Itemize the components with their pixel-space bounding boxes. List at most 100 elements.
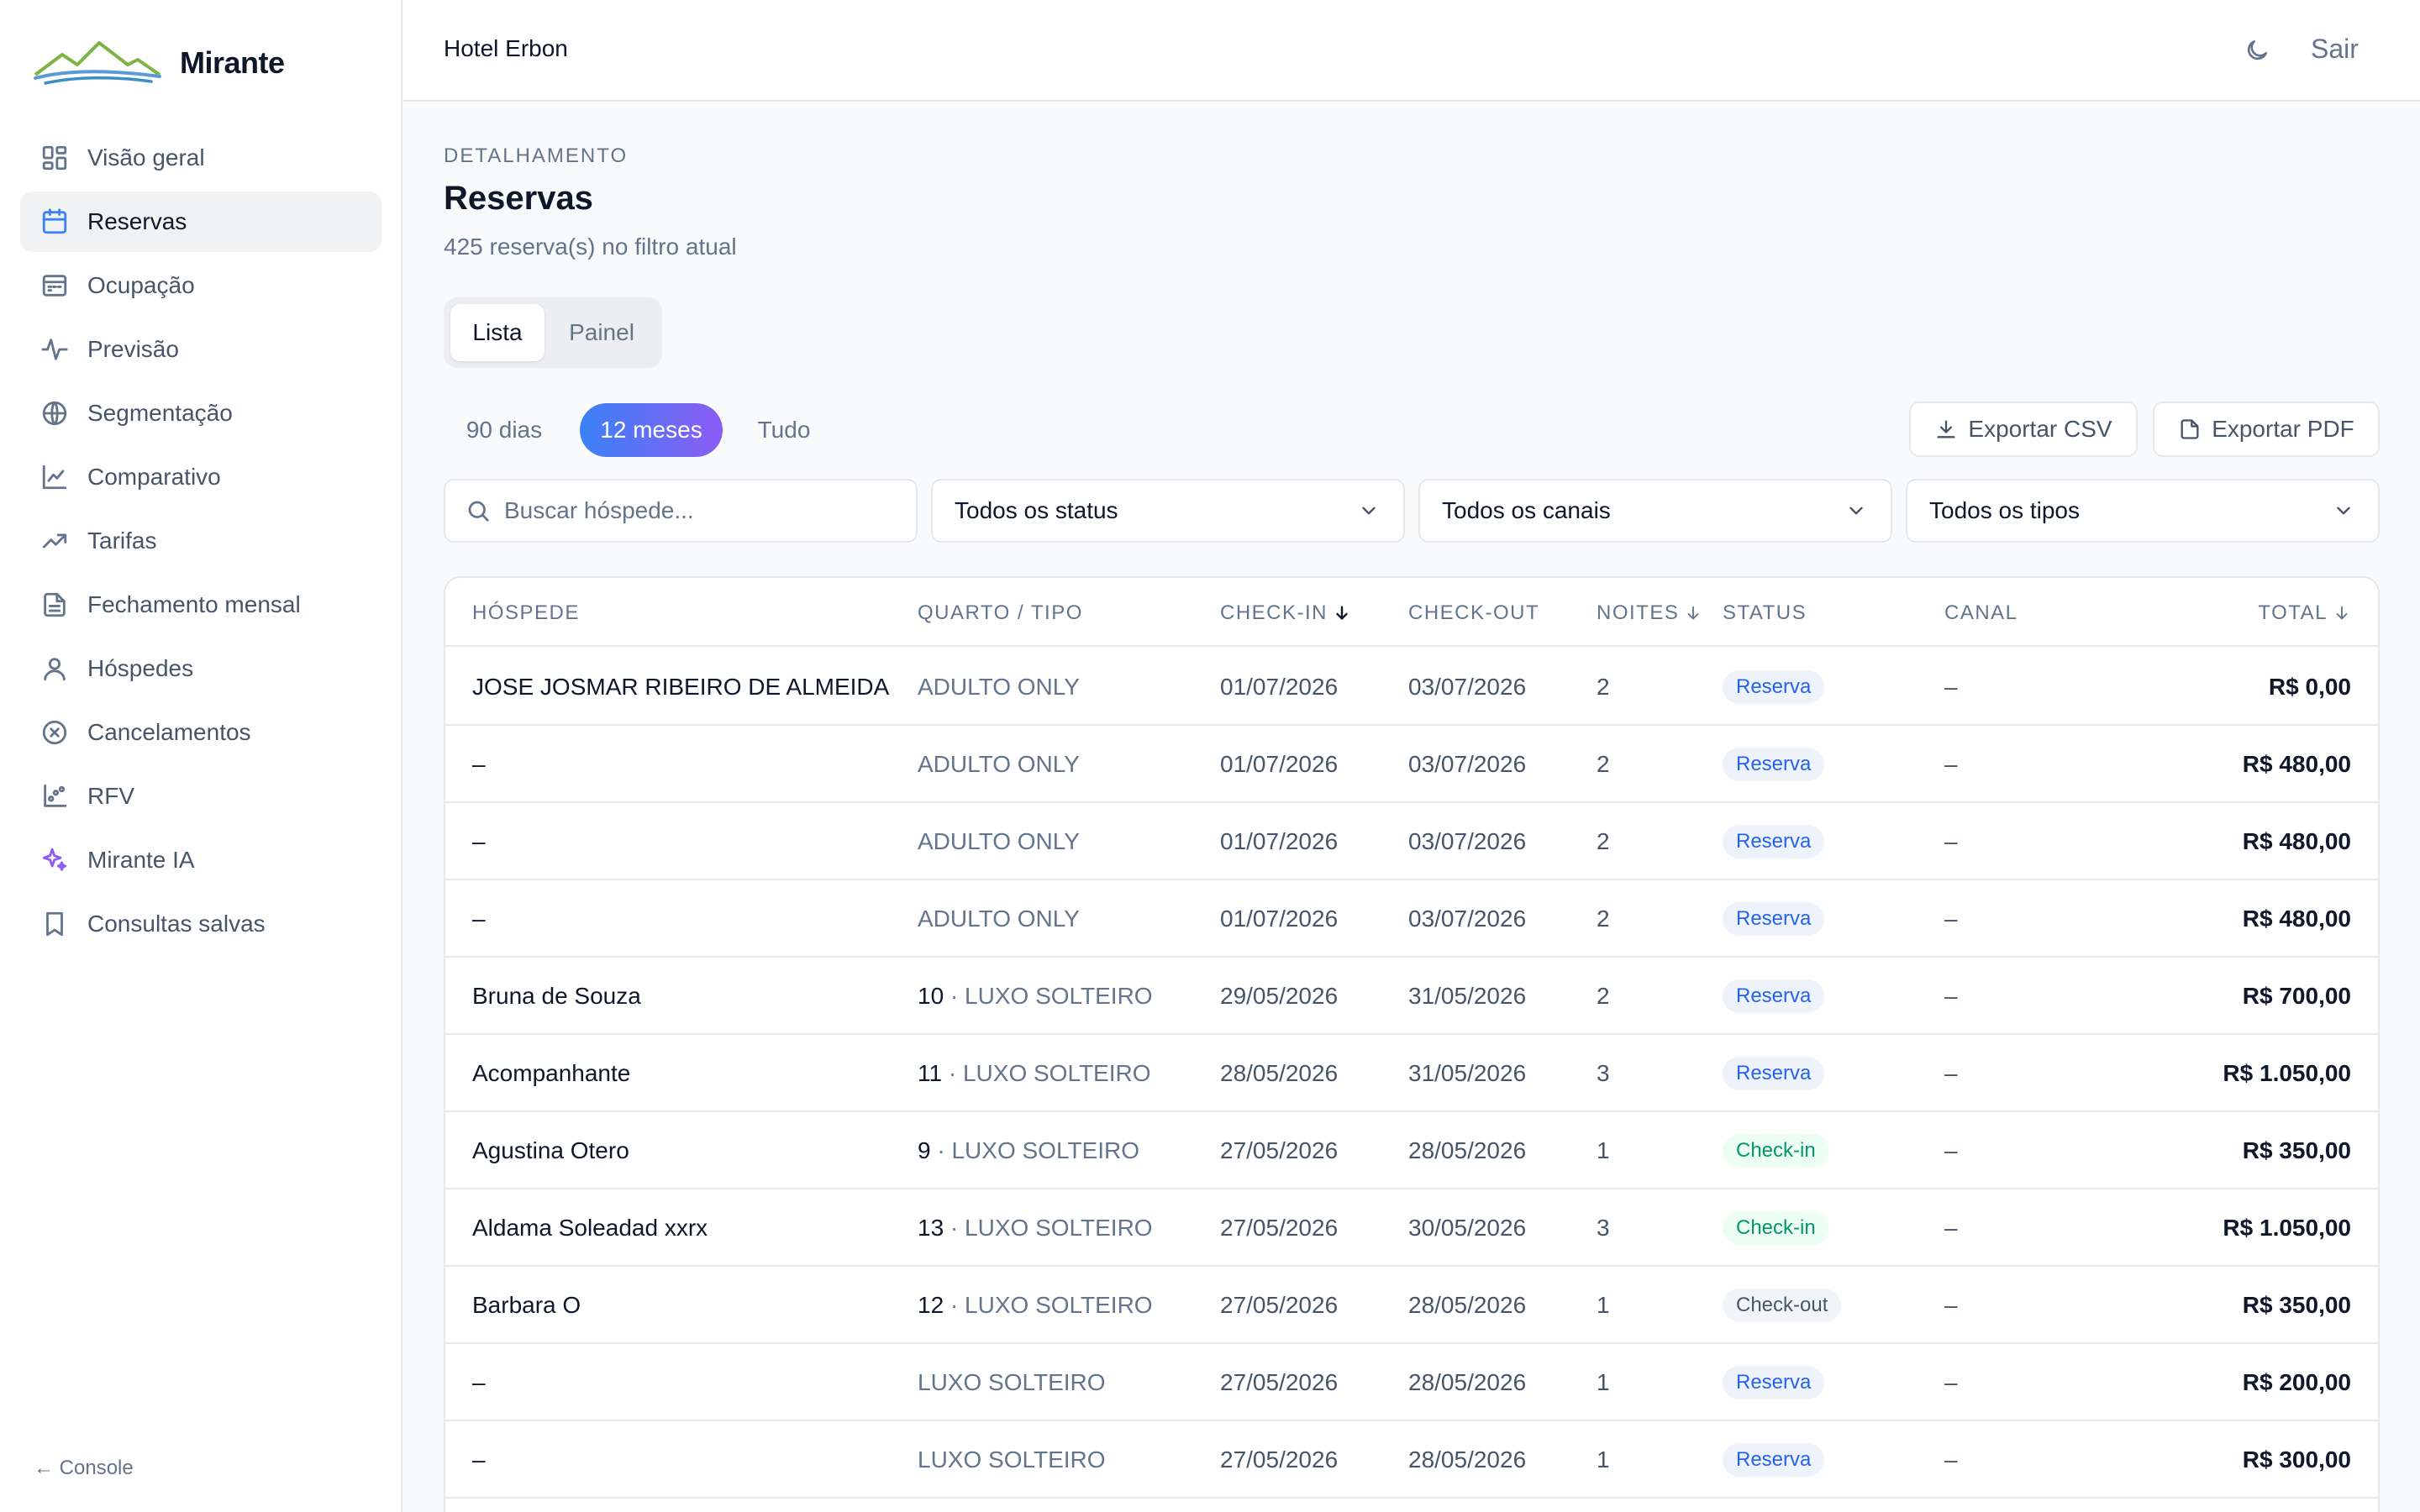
sidebar-item-label: Previsão: [87, 336, 179, 362]
x-circle-icon: [40, 718, 69, 747]
table-row[interactable]: – ADULTO ONLY 01/07/2026 03/07/2026 2 Reserva…: [445, 803, 2378, 880]
status-badge: Reserva: [1723, 1443, 1825, 1477]
total-value: R$ 700,00: [2242, 983, 2351, 1009]
canal-filter-value: Todos os canais: [1442, 497, 1611, 523]
column-header-total[interactable]: TOTAL: [2258, 601, 2351, 625]
status-badge: Check-out: [1723, 1289, 1842, 1322]
checkin-date: 27/05/2026: [1220, 1369, 1339, 1395]
column-header-room[interactable]: QUARTO / TIPO: [918, 601, 1083, 625]
table-row[interactable]: Aldama Soleadad xxrx 13 · LUXO SOLTEIRO 27…: [445, 1189, 2378, 1267]
column-header-canal[interactable]: CANAL: [1944, 601, 2018, 625]
dashboard-icon: [40, 144, 69, 172]
download-icon: [1937, 420, 1955, 438]
search-input[interactable]: [504, 497, 908, 524]
arrow-down-icon: [1336, 606, 1348, 620]
checkin-date: 29/05/2026: [1220, 983, 1339, 1009]
table-row[interactable]: – LUXO SOLTEIRO 27/05/2026 28/05/2026 1 Reser…: [445, 1421, 2378, 1499]
status-badge: Reserva: [1723, 1057, 1825, 1090]
view-toggle: Lista Painel: [444, 297, 662, 368]
checkout-date: 28/05/2026: [1408, 1292, 1527, 1318]
sidebar-item-fechamento-mensal[interactable]: Fechamento mensal: [20, 575, 381, 635]
table-row[interactable]: – ADULTO ONLY 01/07/2026 03/07/2026 2 Reserva…: [445, 726, 2378, 803]
room-type: ADULTO ONLY: [918, 828, 1080, 854]
sidebar-nav: Visão geral Reservas Ocupação Previsão S…: [20, 128, 381, 958]
table-row[interactable]: Barbara O 12 · LUXO SOLTEIRO 27/05/2026 28/…: [445, 1267, 2378, 1344]
nights-count: 2: [1597, 983, 1610, 1009]
status-filter-select[interactable]: Todos os status: [931, 479, 1405, 543]
tipo-filter-select[interactable]: Todos os tipos: [1906, 479, 2380, 543]
room-cell: 9 · LUXO SOLTEIRO: [918, 1137, 1139, 1164]
sidebar-item-reservas[interactable]: Reservas: [20, 192, 381, 252]
sidebar-item-hospedes[interactable]: Hóspedes: [20, 638, 381, 699]
nights-count: 2: [1597, 674, 1610, 700]
total-value: R$ 1.050,00: [2223, 1215, 2351, 1241]
room-type: ADULTO ONLY: [918, 674, 1080, 700]
export-csv-button[interactable]: Exportar CSV: [1909, 402, 2138, 457]
sidebar-item-rfv[interactable]: RFV: [20, 766, 381, 827]
checkin-date: 01/07/2026: [1220, 906, 1339, 932]
table-row[interactable]: – ADULTO ONLY 01/07/2026 03/07/2026 2 Reserva…: [445, 880, 2378, 958]
table-row[interactable]: Acompanhante 11 · LUXO SOLTEIRO 28/05/2026…: [445, 1035, 2378, 1112]
sidebar-item-mirante-ia[interactable]: Mirante IA: [20, 830, 381, 890]
room-type: LUXO SOLTEIRO: [918, 1369, 1106, 1395]
table-row[interactable]: – LUXO SOLTEIRO 27/05/2026 28/05/2026 1 Reser…: [445, 1344, 2378, 1421]
export-pdf-button[interactable]: Exportar PDF: [2153, 402, 2380, 457]
sidebar-item-cancelamentos[interactable]: Cancelamentos: [20, 702, 381, 763]
canal-filter-select[interactable]: Todos os canais: [1418, 479, 1892, 543]
nights-count: 3: [1597, 1060, 1610, 1086]
sidebar-item-label: Reservas: [87, 208, 187, 234]
console-link[interactable]: ← Console: [34, 1457, 134, 1480]
brand[interactable]: Mirante: [34, 34, 285, 92]
table-row[interactable]: JOSE JOSMAR RIBEIRO DE ALMEIDA ADULTO ONL…: [445, 648, 2378, 726]
chevron-down-icon: [2337, 507, 2350, 515]
sidebar-item-previsao[interactable]: Previsão: [20, 319, 381, 380]
room-cell: LUXO SOLTEIRO: [918, 1446, 1106, 1473]
sidebar-item-segmentacao[interactable]: Segmentação: [20, 383, 381, 444]
theme-toggle-button[interactable]: [2240, 34, 2274, 67]
sidebar-item-visao-geral[interactable]: Visão geral: [20, 128, 381, 188]
sidebar-item-label: Tarifas: [87, 528, 157, 554]
tab-painel[interactable]: Painel: [548, 304, 655, 361]
tab-lista[interactable]: Lista: [450, 304, 544, 361]
sidebar-item-label: Segmentação: [87, 400, 233, 426]
status-cell: Reserva: [1723, 1057, 1825, 1090]
chevron-down-icon: [1362, 507, 1376, 515]
status-cell: Reserva: [1723, 825, 1825, 858]
canal-value: –: [1944, 674, 1958, 700]
document-icon: [40, 591, 69, 619]
total-value: R$ 480,00: [2242, 828, 2351, 854]
logout-button[interactable]: Sair: [2311, 34, 2359, 65]
column-header-checkin[interactable]: CHECK-IN: [1220, 601, 1351, 625]
column-header-guest[interactable]: HÓSPEDE: [472, 601, 580, 625]
table-row[interactable]: Bruna de Souza 10 · LUXO SOLTEIRO 29/05/20…: [445, 958, 2378, 1035]
checkin-date: 27/05/2026: [1220, 1137, 1339, 1163]
column-header-status[interactable]: STATUS: [1723, 601, 1807, 625]
table-row[interactable]: Agustina Otero 9 · LUXO SOLTEIRO 27/05/202…: [445, 1112, 2378, 1189]
nights-count: 3: [1597, 1215, 1610, 1241]
canal-value: –: [1944, 1292, 1958, 1318]
scatter-icon: [40, 782, 69, 811]
file-icon: [2181, 419, 2199, 439]
checkin-date: 27/05/2026: [1220, 1292, 1339, 1318]
room-separator: ·: [942, 1060, 963, 1086]
sidebar-item-tarifas[interactable]: Tarifas: [20, 511, 381, 571]
status-badge: Reserva: [1723, 902, 1825, 936]
status-cell: Reserva: [1723, 1443, 1825, 1477]
column-header-checkout[interactable]: CHECK-OUT: [1408, 601, 1539, 625]
room-number: 13: [918, 1215, 944, 1241]
guest-name: Aldama Soleadad xxrx: [472, 1215, 708, 1241]
canal-value: –: [1944, 1137, 1958, 1163]
range-tudo[interactable]: Tudo: [738, 403, 830, 457]
range-12-meses[interactable]: 12 meses: [580, 403, 723, 457]
column-header-nights[interactable]: NOITES: [1597, 601, 1702, 625]
sidebar-item-ocupacao[interactable]: Ocupação: [20, 255, 381, 316]
sidebar-item-consultas-salvas[interactable]: Consultas salvas: [20, 894, 381, 954]
status-cell: Check-out: [1723, 1289, 1842, 1322]
range-90-dias[interactable]: 90 dias: [444, 403, 565, 457]
status-cell: Reserva: [1723, 979, 1825, 1013]
status-cell: Check-in: [1723, 1134, 1829, 1168]
sidebar-item-comparativo[interactable]: Comparativo: [20, 447, 381, 507]
room-cell: LUXO SOLTEIRO: [918, 1369, 1106, 1396]
total-value: R$ 1.050,00: [2223, 1060, 2351, 1086]
table-header: HÓSPEDE QUARTO / TIPO CHECK-IN CHECK-OUT…: [445, 578, 2378, 647]
